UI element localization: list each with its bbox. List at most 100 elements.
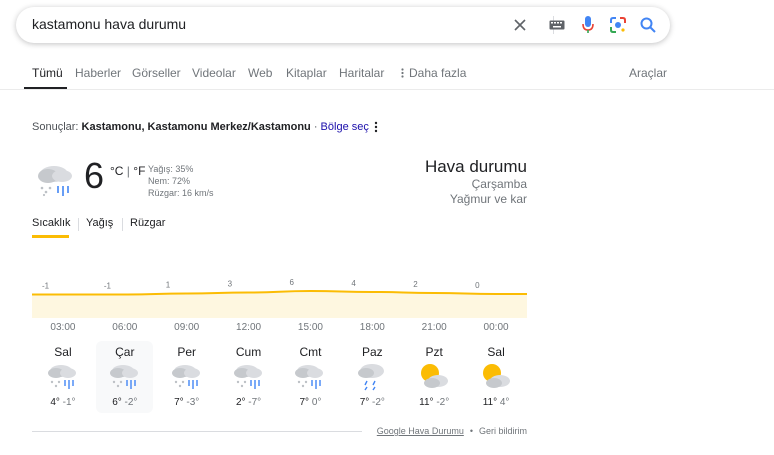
weather-footer: Google Hava Durumu • Geri bildirim	[377, 426, 527, 436]
day-high: 2°	[235, 397, 246, 408]
day-temps: 7° 0°	[282, 397, 339, 408]
day-forecast-1[interactable]: Çar 6° -2°	[96, 341, 154, 413]
active-subtab-indicator	[32, 235, 69, 238]
tab-news[interactable]: Haberler	[75, 66, 121, 80]
day-name: Paz	[361, 345, 383, 359]
temperature-point-label: 2	[413, 280, 418, 289]
day-name: Cum	[235, 345, 262, 359]
day-temps: 7° -3°	[158, 397, 215, 408]
partly-cloudy-icon	[421, 364, 449, 388]
weather-day: Çarşamba	[471, 177, 527, 191]
day-low: -2°	[124, 397, 138, 408]
unit-fahrenheit[interactable]: °F	[133, 164, 145, 178]
rain-snow-icon	[233, 365, 262, 389]
day-name: Cmt	[299, 345, 322, 359]
clear-icon[interactable]	[510, 15, 530, 35]
temperature-point-label: 3	[228, 280, 233, 289]
search-bar[interactable]: kastamonu hava durumu	[16, 7, 670, 43]
temperature-chart: -1 -1 1 3 6 4 2 0	[32, 278, 527, 318]
day-forecast-0[interactable]: Sal 4° -1°	[34, 341, 91, 413]
temperature-point-label: 1	[166, 281, 171, 290]
day-temps: 4° -1°	[34, 397, 91, 408]
rain-snow-icon	[109, 365, 138, 389]
day-low: -1°	[62, 397, 76, 408]
more-vert-icon	[401, 68, 404, 78]
tab-precipitation[interactable]: Yağış	[86, 217, 113, 229]
tab-wind[interactable]: Rüzgar	[130, 217, 165, 229]
lens-icon[interactable]	[608, 15, 628, 35]
keyboard-icon[interactable]	[547, 15, 567, 35]
tools-button[interactable]: Araçlar	[629, 66, 667, 80]
hour-labels: 03:00 06:00 09:00 12:00 15:00 18:00 21:00 00:00	[32, 322, 527, 336]
day-forecast-5[interactable]: Paz 7° -2°	[344, 341, 401, 413]
search-icon[interactable]	[638, 15, 658, 35]
hour-label: 15:00	[297, 322, 323, 333]
rain-snow-icon	[295, 365, 324, 389]
tab-books[interactable]: Kitaplar	[286, 66, 327, 80]
day-forecast-6[interactable]: Pzt 11° -2°	[406, 341, 463, 413]
day-low: 4°	[499, 397, 510, 408]
change-region-link[interactable]: Bölge seç	[321, 121, 369, 133]
hour-label: 00:00	[483, 322, 509, 333]
footer-divider	[32, 431, 362, 432]
tab-more[interactable]: Daha fazla	[401, 66, 466, 80]
day-name: Sal	[54, 345, 72, 359]
weather-condition: Yağmur ve kar	[449, 192, 527, 206]
search-input[interactable]: kastamonu hava durumu	[32, 16, 186, 32]
day-forecast-2[interactable]: Per 7° -3°	[158, 341, 215, 413]
day-high: 11°	[419, 397, 434, 408]
temperature-point-label: 0	[475, 281, 480, 290]
day-name: Per	[177, 345, 197, 359]
wind-text: Rüzgar: 16 km/s	[148, 188, 214, 198]
unit-celsius[interactable]: °C	[110, 164, 123, 178]
rain-snow-icon	[47, 365, 76, 389]
tab-videos[interactable]: Videolar	[192, 66, 236, 80]
results-location-name: Kastamonu, Kastamonu Merkez/Kastamonu	[81, 121, 311, 133]
day-temps: 2° -7°	[220, 397, 277, 408]
feedback-link[interactable]: Geri bildirim	[479, 426, 527, 436]
results-prefix: Sonuçlar:	[32, 121, 79, 133]
day-high: 7°	[174, 397, 184, 408]
hour-label: 06:00	[112, 322, 138, 333]
day-temps: 6° -2°	[96, 397, 153, 408]
day-low: -7°	[248, 397, 262, 408]
subtab-separator	[78, 218, 79, 231]
weather-source-link[interactable]: Google Hava Durumu	[377, 426, 464, 436]
day-high: 7°	[299, 397, 310, 408]
tab-web[interactable]: Web	[248, 66, 272, 80]
footer-bullet: •	[469, 426, 473, 436]
search-tabs: Tümü Haberler Görseller Videolar Web Kit…	[0, 62, 774, 90]
weather-details: Yağış: 35% Nem: 72% Rüzgar: 16 km/s	[148, 163, 214, 199]
hour-label: 12:00	[236, 322, 262, 333]
daily-forecast: Sal 4° -1° Çar 6° -2° Per 7° -3° Cum 2° -7° Cmt 7…	[32, 341, 527, 416]
day-forecast-7[interactable]: Sal 11° 4°	[468, 341, 525, 413]
microphone-icon[interactable]	[578, 15, 598, 35]
rain-snow-icon	[171, 365, 200, 389]
tab-maps[interactable]: Haritalar	[339, 66, 384, 80]
unit-toggle: °C | °F	[110, 164, 146, 178]
tab-images[interactable]: Görseller	[132, 66, 181, 80]
day-forecast-3[interactable]: Cum 2° -7°	[220, 341, 277, 413]
day-temps: 11° 4°	[468, 397, 525, 408]
day-name: Çar	[115, 345, 135, 359]
weather-title: Hava durumu	[424, 157, 527, 176]
current-temperature: 6	[84, 155, 105, 196]
temperature-point-label: -1	[104, 282, 112, 291]
tab-all[interactable]: Tümü	[32, 66, 63, 80]
day-forecast-4[interactable]: Cmt 7° 0°	[282, 341, 339, 413]
day-name: Sal	[487, 345, 505, 359]
day-high: 11°	[482, 397, 498, 408]
partly-cloudy-icon	[483, 364, 511, 388]
temperature-point-label: 4	[351, 279, 356, 288]
temperature-point-label: 6	[289, 278, 294, 287]
tab-temperature[interactable]: Sıcaklık	[32, 217, 71, 229]
results-location: Sonuçlar: Kastamonu, Kastamonu Merkez/Ka…	[32, 121, 369, 133]
snow-showers-icon	[358, 364, 385, 391]
humidity-text: Nem: 72%	[148, 176, 191, 186]
tabs-divider	[0, 89, 774, 90]
precipitation-text: Yağış: 35%	[148, 164, 194, 174]
day-high: 4°	[50, 397, 60, 408]
more-options-icon[interactable]	[372, 121, 380, 133]
day-low: 0°	[311, 397, 322, 408]
day-high: 6°	[112, 397, 122, 408]
